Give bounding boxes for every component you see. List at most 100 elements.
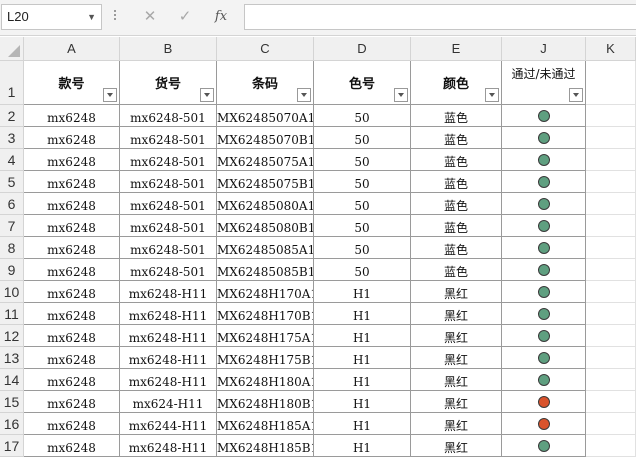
insert-function-icon[interactable]: fx: [210, 7, 232, 27]
data-cell[interactable]: 黑红: [411, 281, 502, 303]
data-cell[interactable]: MX6248H175B1: [217, 347, 314, 369]
status-cell[interactable]: [502, 413, 586, 435]
empty-cell[interactable]: [586, 259, 636, 281]
status-cell[interactable]: [502, 171, 586, 193]
status-cell[interactable]: [502, 325, 586, 347]
data-cell[interactable]: mx6248-501: [120, 171, 217, 193]
select-all-button[interactable]: [0, 37, 24, 61]
column-header-a[interactable]: A: [24, 37, 120, 61]
status-cell[interactable]: [502, 347, 586, 369]
status-cell[interactable]: [502, 303, 586, 325]
data-cell[interactable]: H1: [314, 303, 411, 325]
row-header[interactable]: 16: [0, 413, 24, 435]
enter-icon[interactable]: ✓: [174, 7, 196, 27]
row-header[interactable]: 5: [0, 171, 24, 193]
empty-cell[interactable]: [586, 281, 636, 303]
data-cell[interactable]: 50: [314, 215, 411, 237]
chevron-down-icon[interactable]: ▼: [87, 5, 96, 29]
data-cell[interactable]: mx6248-H11: [120, 369, 217, 391]
row-header[interactable]: 12: [0, 325, 24, 347]
data-cell[interactable]: mx6248: [24, 281, 120, 303]
data-cell[interactable]: mx624-H11: [120, 391, 217, 413]
data-cell[interactable]: H1: [314, 347, 411, 369]
data-cell[interactable]: 50: [314, 105, 411, 127]
data-cell[interactable]: mx6248: [24, 171, 120, 193]
data-cell[interactable]: MX62485070B1: [217, 127, 314, 149]
row-header[interactable]: 10: [0, 281, 24, 303]
empty-cell[interactable]: [586, 171, 636, 193]
filter-dropdown-icon[interactable]: [200, 88, 214, 102]
cancel-icon[interactable]: ✕: [139, 7, 161, 27]
empty-cell[interactable]: [586, 413, 636, 435]
data-cell[interactable]: 蓝色: [411, 127, 502, 149]
row-header[interactable]: 3: [0, 127, 24, 149]
data-cell[interactable]: mx6248: [24, 193, 120, 215]
data-cell[interactable]: mx6248-H11: [120, 325, 217, 347]
data-cell[interactable]: MX62485075B1: [217, 171, 314, 193]
data-cell[interactable]: 50: [314, 193, 411, 215]
data-cell[interactable]: 50: [314, 259, 411, 281]
status-cell[interactable]: [502, 281, 586, 303]
status-cell[interactable]: [502, 105, 586, 127]
column-header-b[interactable]: B: [120, 37, 217, 61]
empty-cell[interactable]: [586, 237, 636, 259]
data-cell[interactable]: MX62485085B1: [217, 259, 314, 281]
data-cell[interactable]: mx6248-501: [120, 193, 217, 215]
data-cell[interactable]: 黑红: [411, 413, 502, 435]
data-cell[interactable]: mx6248-H11: [120, 281, 217, 303]
filter-dropdown-icon[interactable]: [297, 88, 311, 102]
data-cell[interactable]: mx6248: [24, 215, 120, 237]
drag-handle-icon[interactable]: [113, 8, 117, 24]
data-cell[interactable]: MX6248H170B1: [217, 303, 314, 325]
data-cell[interactable]: mx6248-501: [120, 105, 217, 127]
status-cell[interactable]: [502, 391, 586, 413]
data-cell[interactable]: mx6248: [24, 259, 120, 281]
row-header[interactable]: 4: [0, 149, 24, 171]
data-cell[interactable]: H1: [314, 281, 411, 303]
data-cell[interactable]: mx6248: [24, 413, 120, 435]
data-cell[interactable]: 蓝色: [411, 171, 502, 193]
row-header[interactable]: 13: [0, 347, 24, 369]
data-cell[interactable]: 50: [314, 237, 411, 259]
data-cell[interactable]: 黑红: [411, 369, 502, 391]
data-cell[interactable]: H1: [314, 413, 411, 435]
data-cell[interactable]: mx6248-H11: [120, 435, 217, 457]
data-cell[interactable]: 黑红: [411, 325, 502, 347]
data-cell[interactable]: 蓝色: [411, 105, 502, 127]
data-cell[interactable]: mx6248-H11: [120, 303, 217, 325]
row-header[interactable]: 15: [0, 391, 24, 413]
status-cell[interactable]: [502, 259, 586, 281]
empty-cell[interactable]: [586, 61, 636, 105]
data-cell[interactable]: MX62485075A1: [217, 149, 314, 171]
filter-dropdown-icon[interactable]: [394, 88, 408, 102]
row-header[interactable]: 7: [0, 215, 24, 237]
row-header[interactable]: 11: [0, 303, 24, 325]
data-cell[interactable]: 黑红: [411, 303, 502, 325]
data-cell[interactable]: mx6248: [24, 347, 120, 369]
filter-dropdown-icon[interactable]: [103, 88, 117, 102]
empty-cell[interactable]: [586, 325, 636, 347]
row-header[interactable]: 8: [0, 237, 24, 259]
empty-cell[interactable]: [586, 215, 636, 237]
data-cell[interactable]: 蓝色: [411, 193, 502, 215]
row-header[interactable]: 14: [0, 369, 24, 391]
data-cell[interactable]: mx6248-501: [120, 127, 217, 149]
empty-cell[interactable]: [586, 347, 636, 369]
column-header-k[interactable]: K: [586, 37, 636, 61]
data-cell[interactable]: MX6248H170A1: [217, 281, 314, 303]
filter-dropdown-icon[interactable]: [569, 88, 583, 102]
data-cell[interactable]: mx6248: [24, 237, 120, 259]
data-cell[interactable]: mx6248: [24, 105, 120, 127]
data-cell[interactable]: H1: [314, 435, 411, 457]
data-cell[interactable]: 蓝色: [411, 149, 502, 171]
data-cell[interactable]: mx6248: [24, 127, 120, 149]
data-cell[interactable]: 黑红: [411, 435, 502, 457]
data-cell[interactable]: mx6248: [24, 391, 120, 413]
row-header[interactable]: 1: [0, 61, 24, 105]
data-cell[interactable]: 50: [314, 171, 411, 193]
data-cell[interactable]: H1: [314, 325, 411, 347]
data-cell[interactable]: 蓝色: [411, 215, 502, 237]
data-cell[interactable]: MX62485080B1: [217, 215, 314, 237]
data-cell[interactable]: 黑红: [411, 347, 502, 369]
empty-cell[interactable]: [586, 105, 636, 127]
